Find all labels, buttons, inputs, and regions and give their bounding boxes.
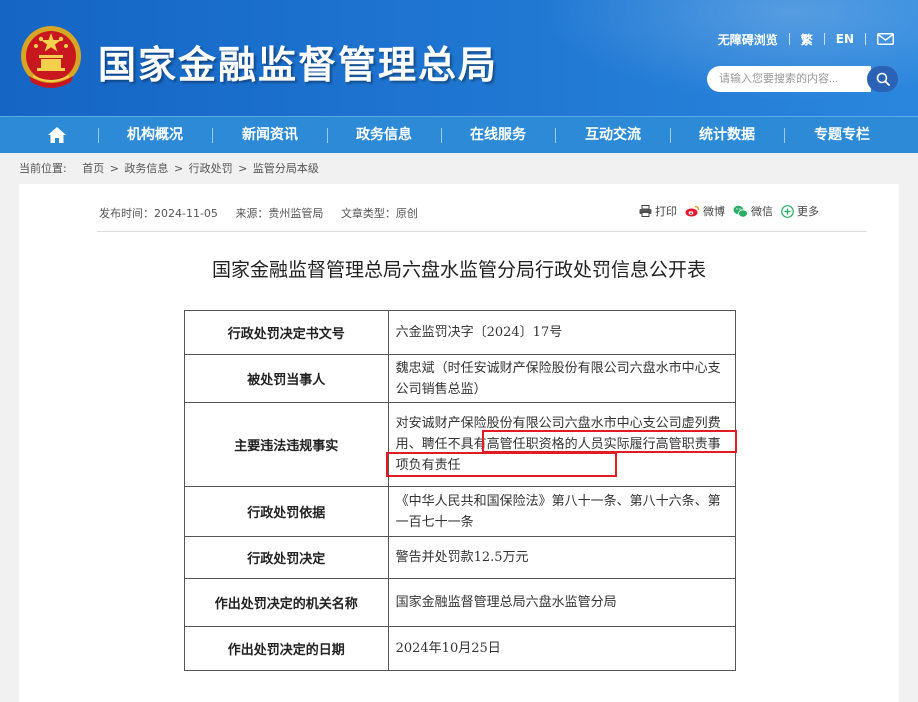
nav-item-online-services[interactable]: 在线服务: [453, 117, 543, 154]
nav-divider: [441, 128, 442, 143]
table-key: 作出处罚决定的日期: [184, 626, 389, 671]
publish-date: 发布时间：2024-11-05: [99, 207, 218, 220]
nav-divider: [670, 128, 671, 143]
top-links: 无障碍浏览 繁 EN: [718, 31, 894, 47]
table-value: 警告并处罚款12.5万元: [387, 536, 737, 579]
home-icon[interactable]: [47, 126, 67, 144]
table-row: 行政处罚决定 警告并处罚款12.5万元: [184, 536, 737, 579]
breadcrumb-item-government-info[interactable]: 政务信息: [124, 162, 168, 175]
national-emblem-icon[interactable]: [19, 24, 83, 92]
traditional-chinese-link[interactable]: 繁: [801, 31, 813, 48]
breadcrumb: 当前位置: 首页 > 政务信息 > 行政处罚 > 监管分局本级: [19, 160, 321, 176]
search-icon: [876, 72, 890, 86]
english-link[interactable]: EN: [836, 32, 854, 46]
table-key: 主要违法违规事实: [184, 402, 389, 487]
breadcrumb-item-home[interactable]: 首页: [82, 162, 104, 175]
table-key: 行政处罚决定: [184, 536, 389, 579]
print-button[interactable]: 打印: [639, 203, 677, 219]
more-share-button[interactable]: 更多: [781, 203, 819, 219]
table-row: 行政处罚决定书文号 六金监罚决字〔2024〕17号: [184, 310, 737, 355]
nav-item-government-info[interactable]: 政务信息: [339, 117, 429, 154]
table-key: 被处罚当事人: [184, 354, 389, 403]
wechat-icon: [733, 205, 748, 218]
breadcrumb-item-branch[interactable]: 监管分局本级: [253, 162, 319, 175]
table-value: 国家金融监督管理总局六盘水监管分局: [387, 578, 737, 627]
printer-icon: [639, 205, 652, 217]
mail-icon[interactable]: [877, 33, 894, 45]
nav-divider: [212, 128, 213, 143]
plus-circle-icon: [781, 204, 794, 218]
weibo-share-button[interactable]: 微博: [685, 203, 725, 219]
table-key: 行政处罚决定书文号: [184, 310, 389, 355]
divider: [865, 33, 866, 45]
table-key: 行政处罚依据: [184, 486, 389, 537]
weibo-label: 微博: [703, 205, 725, 218]
more-label: 更多: [797, 205, 819, 218]
table-row: 行政处罚依据 《中华人民共和国保险法》第八十一条、第八十六条、第一百七十一条: [184, 486, 737, 537]
search-button[interactable]: [867, 66, 898, 92]
site-title[interactable]: 国家金融监督管理总局: [98, 34, 498, 89]
nav-divider: [327, 128, 328, 143]
share-bar: 打印 微博 微信 更多: [639, 203, 827, 219]
article-source: 来源：贵州监管局: [235, 207, 324, 220]
nav-item-special-topics[interactable]: 专题专栏: [797, 117, 887, 154]
breadcrumb-separator: >: [238, 162, 248, 175]
table-value: 魏忠斌（时任安诚财产保险股份有限公司六盘水市中心支公司销售总监）: [387, 354, 737, 403]
article-type: 文章类型：原创: [340, 207, 418, 220]
nav-item-news[interactable]: 新闻资讯: [225, 117, 315, 154]
search-box: [707, 66, 898, 92]
nav-divider: [98, 128, 99, 143]
highlight-box: [386, 452, 617, 477]
wechat-share-button[interactable]: 微信: [733, 203, 773, 219]
breadcrumb-label: 当前位置:: [19, 162, 67, 175]
site-header: 国家金融监督管理总局 无障碍浏览 繁 EN: [0, 0, 918, 116]
nav-item-interaction[interactable]: 互动交流: [568, 117, 658, 154]
table-value: 《中华人民共和国保险法》第八十一条、第八十六条、第一百七十一条: [387, 486, 737, 537]
article-title: 国家金融监督管理总局六盘水监管分局行政处罚信息公开表: [211, 259, 706, 281]
table-row: 作出处罚决定的日期 2024年10月25日: [184, 626, 737, 671]
wechat-label: 微信: [751, 205, 773, 218]
penalty-info-table: 行政处罚决定书文号 六金监罚决字〔2024〕17号 被处罚当事人 魏忠斌（时任安…: [184, 310, 737, 671]
meta-divider: [97, 231, 867, 232]
nav-item-about[interactable]: 机构概况: [110, 117, 200, 154]
nav-item-statistics[interactable]: 统计数据: [682, 117, 772, 154]
table-key: 作出处罚决定的机关名称: [184, 578, 389, 627]
accessibility-link[interactable]: 无障碍浏览: [718, 31, 778, 48]
header-glow: [498, 0, 918, 116]
article-meta: 发布时间：2024-11-05 来源：贵州监管局 文章类型：原创: [99, 205, 432, 221]
article-container: 发布时间：2024-11-05 来源：贵州监管局 文章类型：原创 打印 微博 微…: [19, 184, 899, 702]
table-value: 六金监罚决字〔2024〕17号: [387, 310, 737, 355]
nav-divider: [784, 128, 785, 143]
breadcrumb-separator: >: [173, 162, 184, 175]
table-value: 2024年10月25日: [387, 626, 737, 671]
weibo-icon: [685, 205, 700, 217]
nav-divider: [555, 128, 556, 143]
main-nav: 机构概况 新闻资讯 政务信息 在线服务 互动交流 统计数据 专题专栏: [0, 116, 918, 153]
breadcrumb-item-penalties[interactable]: 行政处罚: [189, 162, 233, 175]
breadcrumb-separator: >: [109, 162, 119, 175]
divider: [788, 33, 790, 45]
highlight-box: [482, 430, 737, 453]
search-input[interactable]: [707, 66, 871, 92]
print-label: 打印: [655, 205, 677, 218]
table-row: 作出处罚决定的机关名称 国家金融监督管理总局六盘水监管分局: [184, 578, 737, 627]
table-row: 被处罚当事人 魏忠斌（时任安诚财产保险股份有限公司六盘水市中心支公司销售总监）: [184, 354, 737, 403]
divider: [823, 33, 825, 45]
